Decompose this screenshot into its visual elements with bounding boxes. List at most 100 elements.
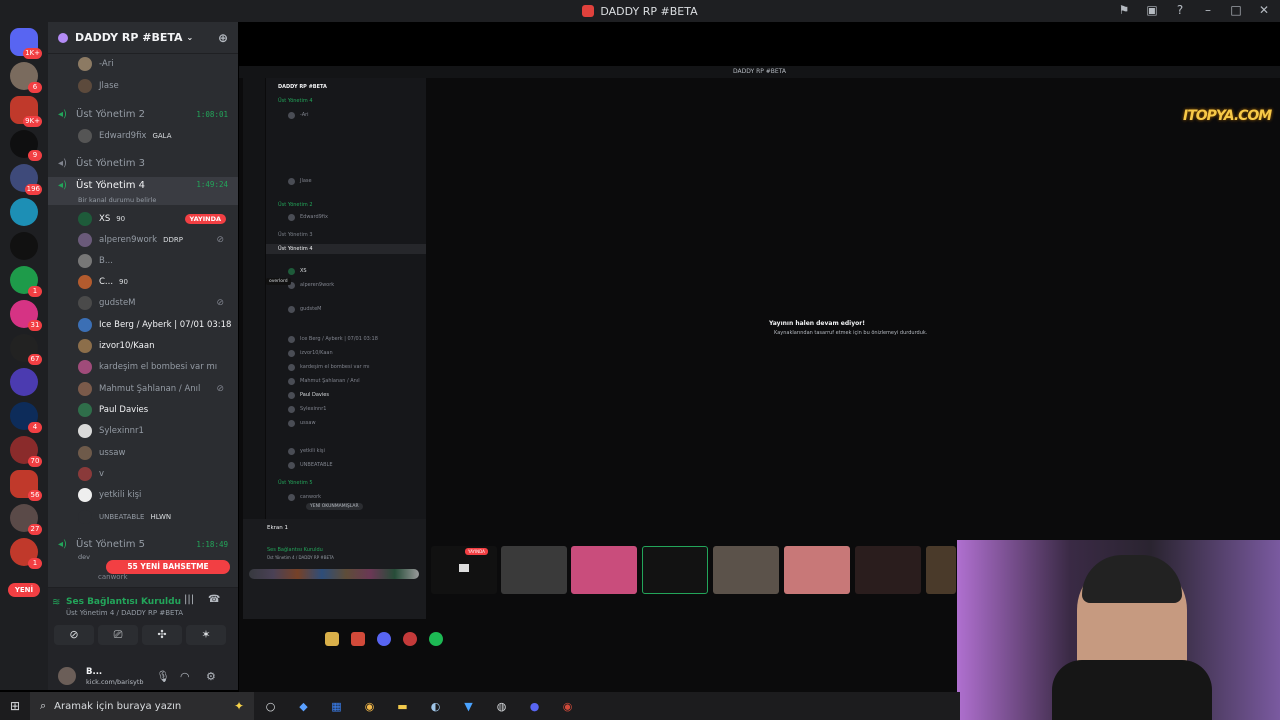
task-view-icon[interactable]: ○ — [254, 700, 287, 713]
stream-user: Sylexinnr1 — [266, 404, 426, 414]
minimize-icon[interactable]: – — [1200, 3, 1216, 17]
server-icon[interactable]: 56 — [10, 470, 42, 501]
stream-thumb[interactable] — [926, 546, 956, 594]
speaker-icon: ◂) — [58, 180, 67, 191]
voice-user[interactable]: ussaw — [48, 443, 238, 463]
stream-thumb[interactable] — [642, 546, 708, 594]
invite-icon[interactable]: ⊕ — [218, 31, 228, 45]
avatar — [78, 339, 92, 353]
voice-channel-3[interactable]: ◂) Üst Yönetim 3 — [48, 153, 238, 173]
app-icon[interactable]: ▼ — [452, 700, 485, 713]
app-icon[interactable]: ◆ — [287, 700, 320, 713]
stream-thumb[interactable] — [855, 546, 921, 594]
settings-gear-icon[interactable]: ⚙ — [206, 670, 216, 683]
calculator-icon[interactable]: ▦ — [320, 700, 353, 713]
server-icon[interactable] — [10, 198, 38, 226]
soundboard-button[interactable]: ✶ — [186, 625, 226, 645]
taskbar-search[interactable]: ⌕ Aramak için buraya yazın ✦ — [30, 692, 254, 720]
voice-user[interactable]: Mahmut Şahlanan / Anıl ⊘ — [48, 379, 238, 399]
user-name: Jlase — [99, 81, 119, 91]
voice-user[interactable]: Jlase — [48, 76, 238, 96]
channel-name: Üst Yönetim 2 — [76, 108, 145, 120]
voice-user[interactable]: B... — [48, 251, 238, 271]
server-badge: 56 — [28, 490, 42, 501]
steam-icon[interactable]: ◐ — [419, 700, 452, 713]
server-icon[interactable]: 27 — [10, 504, 42, 535]
stream-thumb[interactable] — [713, 546, 779, 594]
voice-user[interactable]: Sylexinnr1 — [48, 421, 238, 441]
server-icon[interactable]: 9K+ — [10, 96, 42, 127]
noise-icon[interactable]: ||| — [184, 594, 194, 605]
voice-user[interactable]: yetkili kişi — [48, 485, 238, 505]
voice-user[interactable]: Paul Davies — [48, 400, 238, 420]
server-header[interactable]: DADDY RP #BETA ⌄ ⊕ — [48, 22, 238, 54]
home-icon[interactable]: 1K+ — [10, 28, 42, 59]
new-unreads-pill[interactable]: YENİ — [8, 583, 40, 597]
screen-icon[interactable]: ▣ — [1144, 3, 1160, 17]
server-icon[interactable]: 1 — [10, 266, 42, 297]
stream-thumb[interactable] — [784, 546, 850, 594]
voice-channel-2[interactable]: ◂) Üst Yönetim 2 1:08:01 — [48, 104, 238, 124]
microphone-icon[interactable]: 🎙 — [156, 670, 170, 683]
activities-button[interactable]: ✣ — [142, 625, 182, 645]
folder-icon[interactable]: ▬ — [386, 700, 419, 713]
discord-icon[interactable]: ● — [518, 700, 551, 713]
voice-user[interactable]: gudsteM ⊘ — [48, 293, 238, 313]
server-icon[interactable] — [10, 368, 38, 396]
stream-channel: Üst Yönetim 4 — [266, 244, 426, 254]
search-icon: ⌕ — [40, 699, 47, 712]
signal-icon[interactable]: ≋ — [52, 597, 60, 608]
voice-user[interactable]: alperen9work DDRP ⊘ — [48, 230, 238, 250]
user-name[interactable]: canwork — [98, 573, 128, 581]
window-title: DADDY RP #BETA — [600, 4, 698, 18]
server-badge: 1 — [28, 558, 42, 569]
voice-user[interactable]: v — [48, 464, 238, 484]
new-mentions-button[interactable]: 55 YENİ BAHSETME — [106, 560, 230, 574]
server-icon[interactable]: 70 — [10, 436, 42, 467]
voice-user[interactable]: UNBEATABLE HLWN — [48, 507, 238, 527]
voice-user[interactable]: Ice Berg / Ayberk | 07/01 03:18 — [48, 315, 238, 335]
stream-thumb[interactable] — [571, 546, 637, 594]
voice-user[interactable]: Edward9fix GALA — [48, 126, 238, 146]
stream-user: kardeşim el bombesi var mı — [266, 362, 426, 372]
windows-start-icon[interactable]: ⊞ — [0, 699, 30, 713]
user-tag: 90 — [119, 278, 128, 286]
server-icon[interactable]: 67 — [10, 334, 42, 365]
copilot-icon[interactable]: ✦ — [234, 699, 244, 713]
server-rail: 1K+ 6 9K+ 9 196 1 31 67 4 70 56 27 1 YEN… — [0, 22, 48, 690]
channel-timer: 1:49:24 — [196, 180, 228, 189]
maximize-icon[interactable]: □ — [1228, 3, 1244, 17]
help-icon[interactable]: ? — [1172, 3, 1188, 17]
server-icon[interactable]: 4 — [10, 402, 42, 433]
avatar — [78, 254, 92, 268]
server-icon[interactable] — [10, 232, 38, 260]
server-icon[interactable]: 196 — [10, 164, 42, 195]
app-icon[interactable]: ◍ — [485, 700, 518, 713]
stream-thumb[interactable] — [501, 546, 567, 594]
avatar[interactable] — [58, 667, 76, 685]
video-off-button[interactable]: ⊘ — [54, 625, 94, 645]
voice-user[interactable]: XS 90 YAYINDA — [48, 209, 238, 229]
voice-channel-5[interactable]: ◂) Üst Yönetim 5 1:18:49 — [48, 534, 238, 554]
disconnect-icon[interactable]: ☎ — [208, 594, 220, 605]
user-name: izvor10/Kaan — [99, 341, 155, 351]
screen-share-button[interactable]: ⎚ — [98, 625, 138, 645]
channel-status[interactable]: Bir kanal durumu belirle — [78, 196, 156, 204]
close-icon[interactable]: ✕ — [1256, 3, 1272, 17]
inbox-icon[interactable]: ⚑ — [1116, 3, 1132, 17]
stream-user: gudsteM — [266, 304, 426, 314]
chrome-icon[interactable]: ◉ — [353, 700, 386, 713]
server-badge: 1 — [28, 286, 42, 297]
deafen-icon: ⊘ — [216, 384, 224, 394]
server-icon[interactable]: 31 — [10, 300, 42, 331]
voice-user[interactable]: -Ari — [48, 54, 238, 74]
voice-user[interactable]: C... 90 — [48, 272, 238, 292]
webcam-overlay — [957, 540, 1280, 720]
server-icon[interactable]: 1 — [10, 538, 42, 569]
chrome-icon[interactable]: ◉ — [551, 700, 584, 713]
server-icon[interactable]: 9 — [10, 130, 42, 161]
voice-user[interactable]: kardeşim el bombesi var mı — [48, 357, 238, 377]
voice-user[interactable]: izvor10/Kaan — [48, 336, 238, 356]
headphones-icon[interactable]: ◠ — [180, 670, 190, 683]
server-icon[interactable]: 6 — [10, 62, 42, 93]
